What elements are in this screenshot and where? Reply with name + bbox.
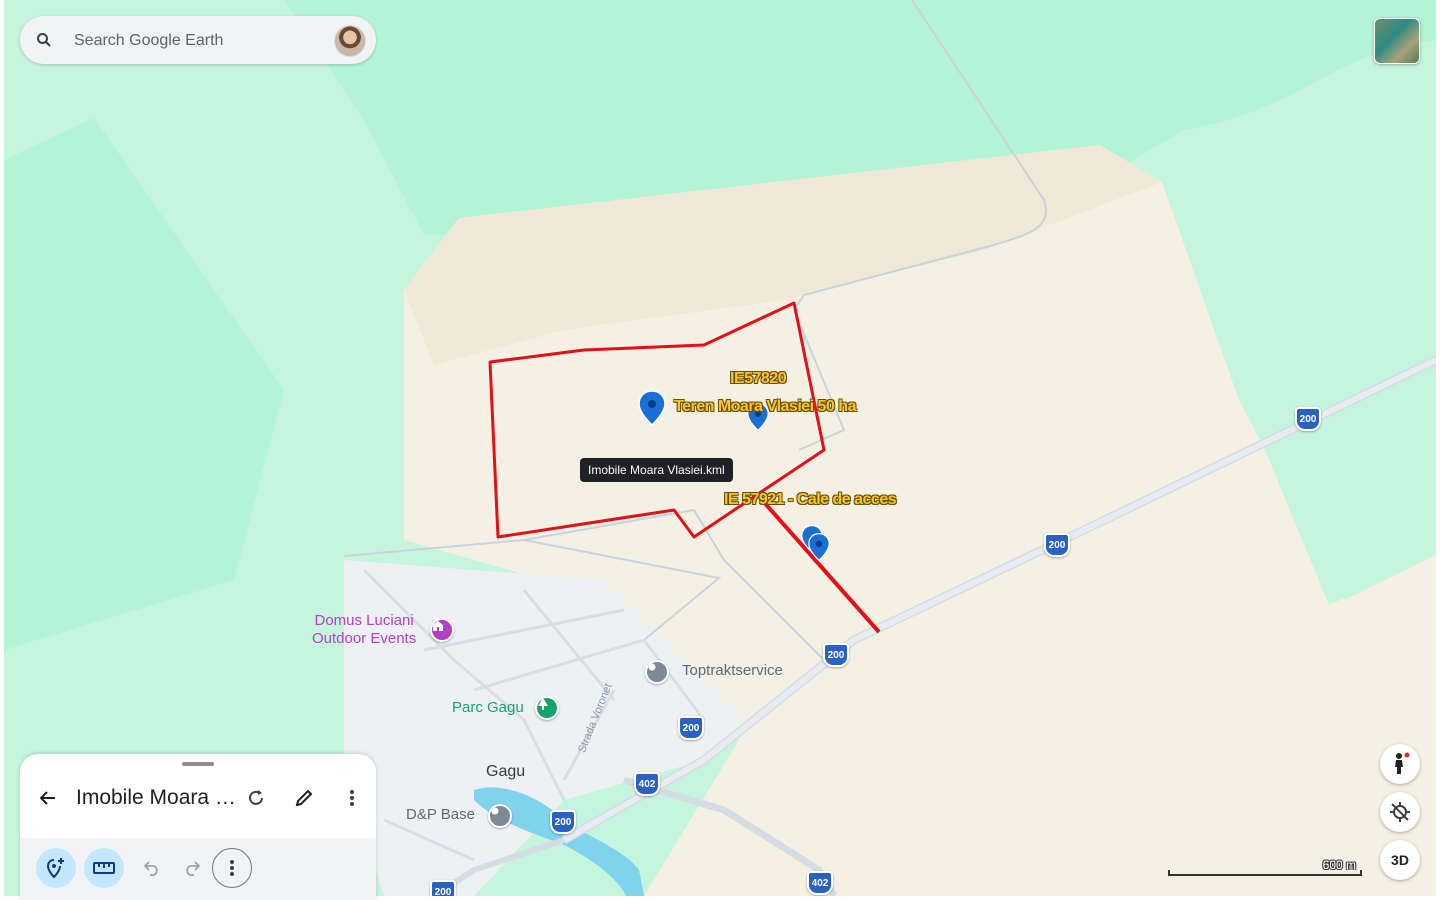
3d-toggle-button[interactable]: 3D: [1380, 840, 1420, 880]
pegman-icon: [1395, 752, 1410, 774]
more-options-button[interactable]: [336, 782, 368, 814]
place-label-dp-base[interactable]: D&P Base: [406, 806, 475, 824]
location-button[interactable]: [1380, 792, 1420, 832]
project-title: Imobile Moara Vlasiei: [76, 786, 238, 809]
route-shield-402: 402: [634, 772, 660, 796]
undo-icon: [143, 861, 158, 876]
redo-icon: [186, 861, 201, 876]
route-shield-200: 200: [678, 716, 704, 740]
route-shield-200: 200: [550, 810, 576, 834]
kml-label-access-road[interactable]: IE 57921 - Cale de acces: [724, 491, 897, 509]
pegman-button[interactable]: [1380, 744, 1420, 784]
route-shield-200: 200: [430, 880, 456, 896]
search-input[interactable]: [72, 28, 326, 54]
add-location-icon: [46, 858, 64, 879]
ruler-icon: [93, 862, 115, 874]
measure-button[interactable]: [84, 848, 124, 888]
place-label-gagu[interactable]: Gagu: [486, 763, 525, 781]
location-disabled-icon: [1390, 802, 1410, 822]
redo-button[interactable]: [172, 848, 212, 888]
avatar[interactable]: [334, 25, 366, 57]
kml-label-parcel-name[interactable]: Teren Moara Vlasiei 50 ha: [674, 398, 856, 416]
route-shield-200: 200: [1295, 407, 1321, 431]
route-shield-200: 200: [1044, 533, 1070, 557]
add-placemark-button[interactable]: [36, 848, 76, 888]
search-icon[interactable]: [36, 32, 52, 53]
back-button[interactable]: [32, 782, 64, 814]
arrow-back-icon: [39, 791, 55, 805]
kml-tooltip: Imobile Moara Vlasiei.kml: [580, 458, 733, 482]
map-style-button[interactable]: [1374, 18, 1420, 64]
scale-ruler: [1168, 870, 1362, 876]
park-tree-icon[interactable]: [535, 696, 559, 720]
route-shield-200: 200: [823, 643, 849, 667]
undo-button[interactable]: [132, 848, 172, 888]
place-label-domus[interactable]: Domus Luciani Outdoor Events: [312, 612, 416, 648]
place-label-parc-gagu[interactable]: Parc Gagu: [452, 699, 524, 717]
scale-bar[interactable]: 600 m: [1168, 856, 1364, 878]
location-marker-icon[interactable]: [645, 660, 669, 684]
place-label-toptraktservice[interactable]: Toptraktservice: [682, 662, 783, 680]
route-shield-402: 402: [807, 871, 833, 895]
more-vert-icon: [230, 860, 234, 876]
search-bar[interactable]: [20, 16, 376, 64]
panel-toolbar: [20, 838, 376, 900]
panel-drag-handle[interactable]: [182, 762, 214, 766]
more-vert-icon: [350, 790, 354, 806]
refresh-icon: [249, 790, 263, 805]
refresh-button[interactable]: [240, 782, 272, 814]
kml-pin-parcel[interactable]: [638, 390, 666, 426]
toolbar-more-button[interactable]: [212, 848, 252, 888]
project-panel: Imobile Moara Vlasiei: [20, 754, 376, 900]
pencil-icon: [295, 789, 313, 807]
edit-button[interactable]: [288, 782, 320, 814]
event-venue-icon[interactable]: [430, 618, 454, 642]
kml-pin-access-b[interactable]: [808, 532, 830, 562]
location-marker-icon[interactable]: [488, 804, 512, 828]
kml-label-parcel-id[interactable]: IE57820: [730, 370, 787, 388]
